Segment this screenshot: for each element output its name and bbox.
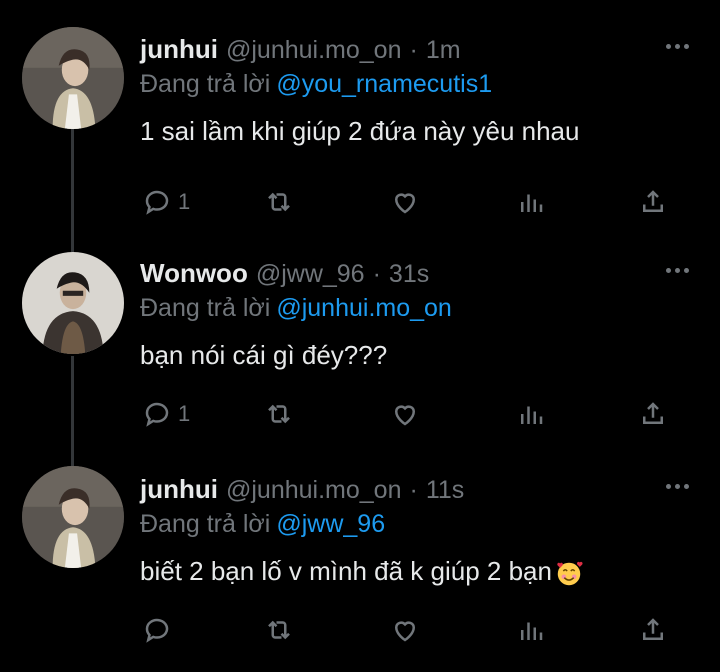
tweet-text: biết 2 bạn lố v mình đã k giúp 2 bạn (140, 556, 552, 586)
like-button[interactable] (390, 612, 420, 648)
retweet-button[interactable] (264, 396, 294, 432)
reply-count: 1 (178, 401, 191, 426)
heart-icon (394, 405, 416, 426)
avatar[interactable] (22, 27, 124, 129)
replying-to: Đang trả lời @you_rnamecutis1 (140, 70, 492, 99)
smiling-face-with-hearts-icon (557, 561, 583, 586)
replying-to-label: Đang trả lời (140, 70, 271, 98)
avatar[interactable] (22, 466, 124, 568)
action-bar: 1 (140, 396, 680, 436)
retweet-icon (268, 192, 290, 212)
share-button[interactable] (638, 184, 668, 220)
heart-icon (394, 193, 416, 214)
share-icon (643, 618, 663, 640)
retweet-button[interactable] (264, 184, 294, 220)
reply-icon (145, 402, 169, 427)
views-button[interactable] (516, 396, 546, 432)
avatar-junhui-icon (22, 27, 124, 129)
retweet-icon (268, 620, 290, 640)
share-button[interactable] (638, 612, 668, 648)
tweet[interactable]: junhui @junhui.mo_on · 1m Đang trả lời @y… (0, 27, 720, 234)
reply-icon (145, 618, 169, 643)
tweet[interactable]: Wonwoo @jww_96 · 31s Đang trả lời @junhui… (0, 252, 720, 458)
separator-dot: · (409, 36, 418, 64)
avatar-wonwoo-icon (22, 252, 124, 354)
timestamp[interactable]: 11s (426, 476, 464, 505)
user-handle[interactable]: @jww_96 (256, 260, 365, 289)
mention-link[interactable]: @junhui.mo_on (276, 294, 452, 322)
more-options-icon[interactable] (662, 260, 692, 280)
share-icon (643, 402, 663, 424)
avatar-junhui-icon (22, 466, 124, 568)
tweet-text-container: biết 2 bạn lố v mình đã k giúp 2 bạn (140, 556, 584, 588)
views-icon (521, 406, 543, 424)
reply-icon (145, 190, 169, 215)
timestamp[interactable]: 31s (389, 260, 429, 289)
timestamp[interactable]: 1m (426, 36, 461, 65)
user-handle[interactable]: @junhui.mo_on (226, 476, 402, 505)
views-icon (521, 622, 543, 640)
retweet-icon (268, 404, 290, 424)
share-icon (643, 190, 663, 212)
separator-dot: · (372, 260, 381, 288)
heart-icon (394, 621, 416, 642)
reply-button[interactable]: 1 (142, 184, 190, 220)
more-options-icon[interactable] (662, 476, 692, 496)
replying-to: Đang trả lời @junhui.mo_on (140, 294, 452, 323)
replying-to-label: Đang trả lời (140, 294, 271, 322)
retweet-button[interactable] (264, 612, 294, 648)
separator-dot: · (409, 476, 418, 504)
replying-to-label: Đang trả lời (140, 510, 271, 538)
tweet[interactable]: junhui @junhui.mo_on · 11s Đang trả lời @… (0, 466, 720, 672)
action-bar: 1 (140, 184, 680, 224)
views-icon (521, 194, 543, 212)
more-options-icon[interactable] (662, 36, 692, 56)
tweet-text: 1 sai lầm khi giúp 2 đứa này yêu nhau (140, 116, 580, 146)
reply-button[interactable]: 1 (142, 396, 190, 432)
display-name[interactable]: Wonwoo (140, 258, 248, 289)
user-handle[interactable]: @junhui.mo_on (226, 36, 402, 65)
mention-link[interactable]: @jww_96 (276, 510, 385, 538)
like-button[interactable] (390, 396, 420, 432)
tweet-text: bạn nói cái gì đéy??? (140, 340, 388, 370)
share-button[interactable] (638, 396, 668, 432)
action-bar (140, 612, 680, 652)
display-name[interactable]: junhui (140, 474, 218, 505)
views-button[interactable] (516, 612, 546, 648)
avatar[interactable] (22, 252, 124, 354)
replying-to: Đang trả lời @jww_96 (140, 510, 385, 539)
like-button[interactable] (390, 184, 420, 220)
views-button[interactable] (516, 184, 546, 220)
reply-count: 1 (178, 189, 191, 214)
mention-link[interactable]: @you_rnamecutis1 (276, 70, 492, 98)
reply-button[interactable] (142, 612, 178, 648)
display-name[interactable]: junhui (140, 34, 218, 65)
